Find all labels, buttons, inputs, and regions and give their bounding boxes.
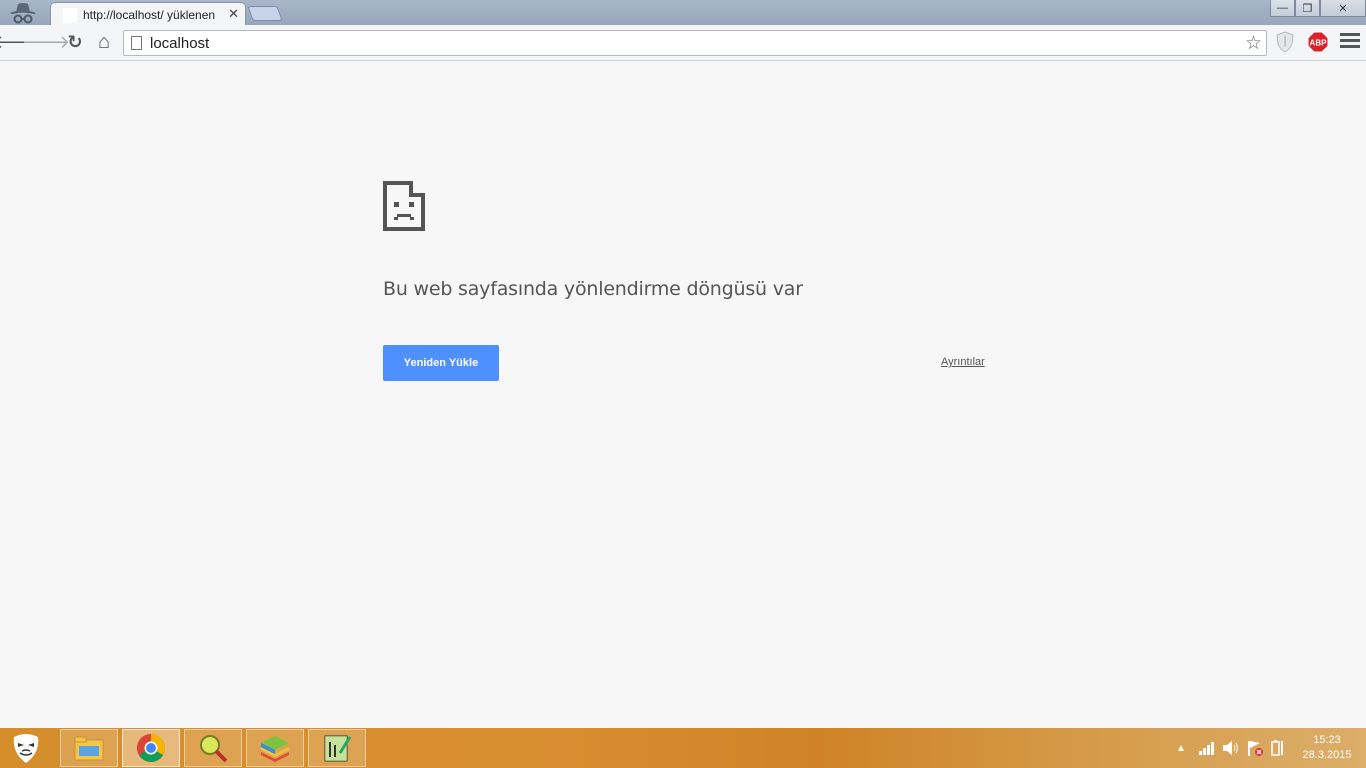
forward-button[interactable]: 🡒: [22, 31, 70, 53]
page-icon: [131, 36, 142, 50]
chrome-icon: [137, 734, 165, 762]
show-hidden-icons-button[interactable]: ▲: [1176, 743, 1190, 754]
url-text[interactable]: localhost: [150, 35, 209, 52]
clock-date: 28.3.2015: [1302, 749, 1352, 761]
network-signal-icon[interactable]: [1198, 741, 1216, 755]
error-page: Bu web sayfasında yönlendirme döngüsü va…: [0, 62, 1366, 728]
taskbar-bluestacks[interactable]: [246, 729, 304, 767]
tab-close-icon[interactable]: ✕: [228, 6, 239, 22]
error-heading: Bu web sayfasında yönlendirme döngüsü va…: [383, 278, 803, 300]
taskbar-file-explorer[interactable]: [60, 729, 118, 767]
clock-time: 15:23: [1313, 734, 1341, 746]
reload-icon-button[interactable]: ↻: [64, 31, 86, 53]
windows-taskbar: ▲ 15:23 28.3.2015: [0, 728, 1366, 768]
restore-button[interactable]: ❐: [1295, 0, 1320, 17]
tab-favicon-icon: [63, 8, 77, 23]
folder-icon: [74, 736, 104, 761]
bluestacks-icon: [261, 736, 289, 762]
window-controls: — ❐ ✕: [1270, 0, 1366, 17]
sad-page-icon: [383, 181, 425, 231]
bookmark-star-icon[interactable]: ☆: [1245, 32, 1262, 55]
system-tray: ▲: [1176, 728, 1286, 768]
taskbar-search-tool[interactable]: [184, 729, 242, 767]
power-icon[interactable]: [1270, 739, 1286, 757]
incognito-icon: [10, 3, 36, 24]
volume-icon[interactable]: [1222, 740, 1240, 756]
close-window-button[interactable]: ✕: [1320, 0, 1366, 17]
abp-label: ABP: [1310, 39, 1328, 48]
shield-extension-icon[interactable]: [1276, 31, 1294, 53]
adblock-plus-icon[interactable]: ABP: [1307, 31, 1329, 53]
window-titlebar: http://localhost/ yüklenen ✕ — ❐ ✕: [0, 0, 1366, 26]
action-center-flag-icon[interactable]: [1246, 739, 1264, 757]
taskbar-editor[interactable]: [308, 729, 366, 767]
anonymous-mask-start-icon[interactable]: [8, 731, 44, 765]
taskbar-chrome[interactable]: [122, 729, 180, 767]
reload-page-button[interactable]: Yeniden Yükle: [383, 345, 499, 381]
taskbar-clock[interactable]: 15:23 28.3.2015: [1294, 733, 1360, 763]
new-tab-button[interactable]: [247, 6, 283, 21]
chrome-menu-icon[interactable]: [1340, 33, 1360, 51]
notepad-plus-icon: [324, 735, 352, 762]
browser-tab[interactable]: http://localhost/ yüklenen ✕: [50, 2, 246, 26]
minimize-button[interactable]: —: [1270, 0, 1295, 17]
browser-toolbar: 🡐 🡒 ↻ ⌂ localhost ☆ ABP: [0, 25, 1366, 61]
magnifier-icon: [200, 735, 228, 763]
tab-title: http://localhost/ yüklenen: [83, 8, 216, 22]
details-link[interactable]: Ayrıntılar: [941, 356, 985, 368]
address-bar[interactable]: localhost ☆: [123, 30, 1267, 56]
home-button[interactable]: ⌂: [93, 31, 115, 53]
